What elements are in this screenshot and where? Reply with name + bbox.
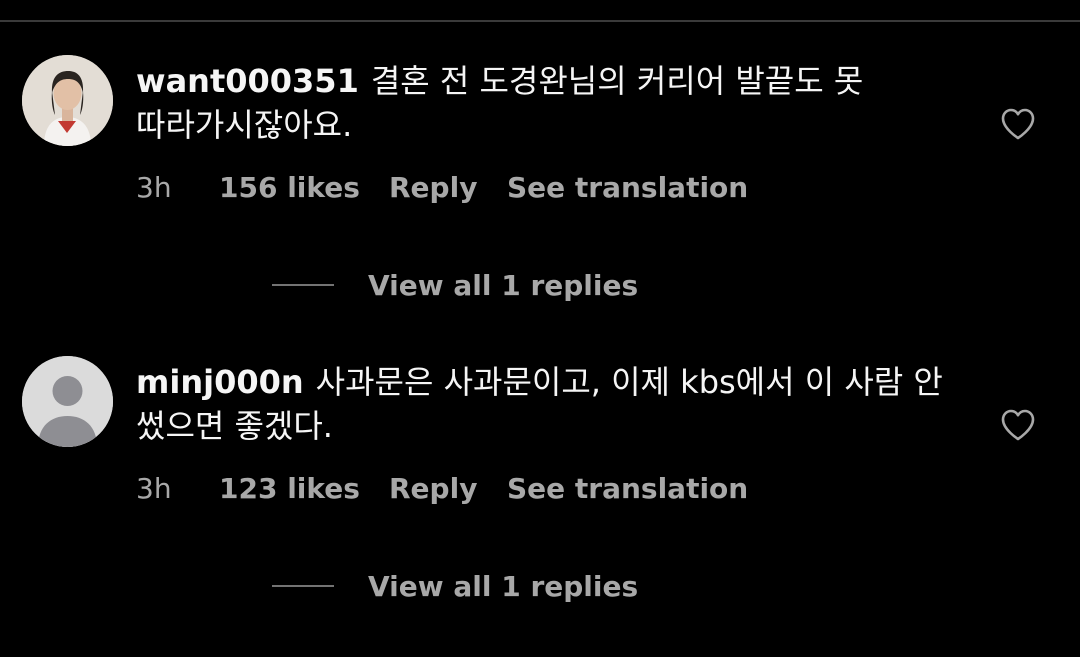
view-replies-label: View all 1 replies	[368, 569, 639, 603]
heart-outline-icon[interactable]	[1000, 107, 1036, 141]
comment-username[interactable]: minj000n	[136, 363, 304, 401]
avatar[interactable]	[22, 55, 113, 146]
view-replies-label: View all 1 replies	[368, 268, 639, 302]
see-translation-button[interactable]: See translation	[507, 472, 748, 505]
view-replies-button[interactable]: View all 1 replies	[272, 566, 638, 606]
comment-body: want000351 결혼 전 도경완님의 커리어 발끝도 못 따라가시잖아요. …	[136, 55, 966, 302]
view-replies-button[interactable]: View all 1 replies	[272, 265, 638, 305]
view-replies-divider	[272, 585, 334, 587]
comment-likes[interactable]: 123 likes	[219, 472, 389, 505]
heart-outline-icon[interactable]	[1000, 408, 1036, 442]
comment-text-row: want000351 결혼 전 도경완님의 커리어 발끝도 못 따라가시잖아요.	[136, 59, 966, 147]
top-divider	[0, 20, 1080, 22]
comment-time: 3h	[136, 472, 172, 505]
view-replies-divider	[272, 284, 334, 286]
comment-body: minj000n 사과문은 사과문이고, 이제 kbs에서 이 사람 안 썼으면 …	[136, 356, 966, 603]
comment-text-row: minj000n 사과문은 사과문이고, 이제 kbs에서 이 사람 안 썼으면 …	[136, 360, 966, 448]
comment-time: 3h	[136, 171, 172, 204]
comment-likes[interactable]: 156 likes	[219, 171, 389, 204]
default-avatar-icon	[22, 356, 113, 447]
comment-meta: 3h 123 likes Reply See translation	[136, 472, 748, 505]
comment-meta: 3h 156 likes Reply See translation	[136, 171, 748, 204]
comment-username[interactable]: want000351	[136, 62, 359, 100]
avatar[interactable]	[22, 356, 113, 447]
see-translation-button[interactable]: See translation	[507, 171, 748, 204]
reply-button[interactable]: Reply	[389, 171, 507, 204]
avatar-photo-graphic	[22, 55, 113, 146]
reply-button[interactable]: Reply	[389, 472, 507, 505]
